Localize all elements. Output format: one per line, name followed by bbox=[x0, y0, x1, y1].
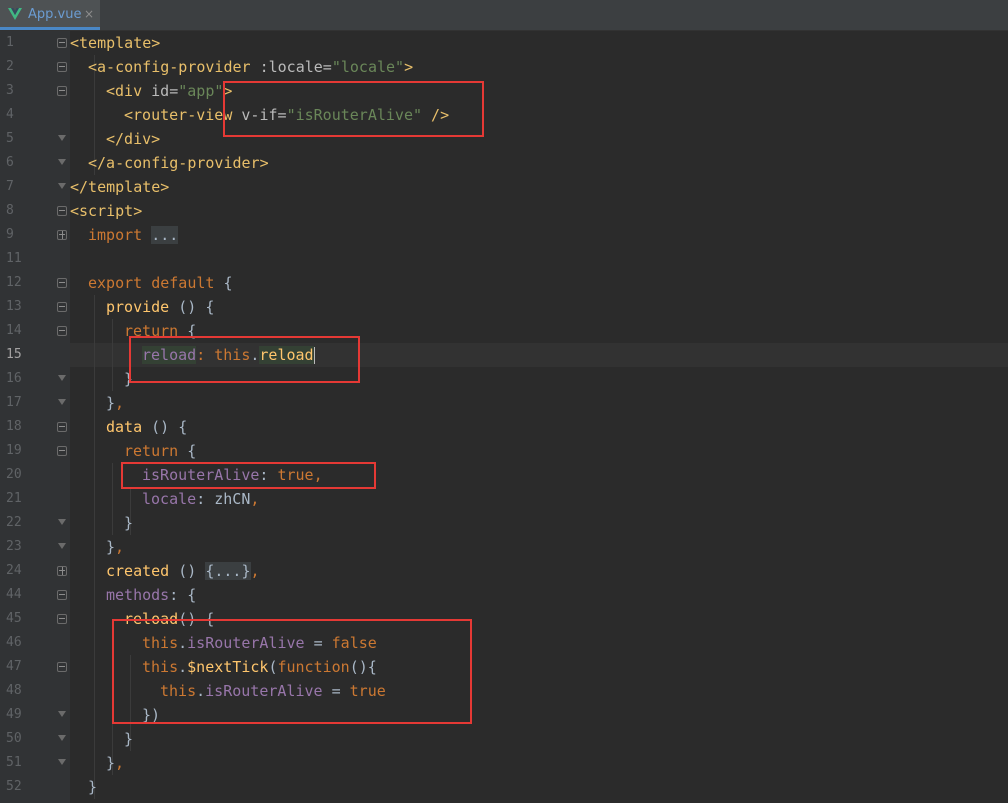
editor-tab-bar: App.vue × bbox=[0, 0, 1008, 31]
fold-collapse-icon[interactable] bbox=[57, 302, 67, 312]
annotation-box bbox=[112, 619, 472, 724]
code-line: </div> bbox=[106, 130, 161, 148]
line-number: 50 bbox=[6, 731, 22, 746]
line-number: 9 bbox=[6, 227, 14, 242]
line-number: 7 bbox=[6, 179, 14, 194]
line-number: 11 bbox=[6, 251, 22, 266]
fold-collapse-icon[interactable] bbox=[57, 422, 67, 432]
line-number: 45 bbox=[6, 611, 22, 626]
code-line: import ... bbox=[88, 226, 179, 244]
fold-collapse-icon[interactable] bbox=[57, 590, 67, 600]
line-number: 21 bbox=[6, 491, 22, 506]
code-line: } bbox=[88, 778, 98, 796]
code-line: <div id="app"> bbox=[106, 82, 233, 100]
line-number: 8 bbox=[6, 203, 14, 218]
code-line: return { bbox=[124, 442, 197, 460]
fold-expand-icon[interactable] bbox=[57, 230, 67, 240]
indent-guide bbox=[112, 463, 113, 535]
fold-collapse-icon[interactable] bbox=[57, 278, 67, 288]
code-line: }, bbox=[106, 754, 125, 772]
indent-guide bbox=[94, 295, 95, 799]
fold-end-icon[interactable] bbox=[57, 374, 67, 384]
line-number: 2 bbox=[6, 59, 14, 74]
fold-end-icon[interactable] bbox=[57, 182, 67, 192]
fold-end-icon[interactable] bbox=[57, 134, 67, 144]
line-number-current: 15 bbox=[6, 347, 22, 362]
fold-end-icon[interactable] bbox=[57, 710, 67, 720]
tab-app-vue[interactable]: App.vue × bbox=[0, 0, 100, 30]
fold-collapse-icon[interactable] bbox=[57, 326, 67, 336]
line-number: 6 bbox=[6, 155, 14, 170]
fold-end-icon[interactable] bbox=[57, 158, 67, 168]
code-line: }, bbox=[106, 538, 125, 556]
line-number: 17 bbox=[6, 395, 22, 410]
code-line: <script> bbox=[70, 202, 143, 220]
line-number: 12 bbox=[6, 275, 22, 290]
code-line: methods: { bbox=[106, 586, 197, 604]
fold-end-icon[interactable] bbox=[57, 542, 67, 552]
fold-collapse-icon[interactable] bbox=[57, 38, 67, 48]
code-line: data () { bbox=[106, 418, 188, 436]
fold-end-icon[interactable] bbox=[57, 734, 67, 744]
line-number: 24 bbox=[6, 563, 22, 578]
tab-label: App.vue bbox=[28, 7, 82, 22]
folded-placeholder[interactable]: ... bbox=[151, 226, 179, 244]
code-line: <a-config-provider :locale="locale"> bbox=[88, 58, 414, 76]
code-line: } bbox=[124, 730, 134, 748]
line-number: 19 bbox=[6, 443, 22, 458]
annotation-box bbox=[121, 462, 376, 489]
annotation-box bbox=[129, 336, 360, 383]
line-number: 20 bbox=[6, 467, 22, 482]
line-number: 47 bbox=[6, 659, 22, 674]
code-line: created () {...}, bbox=[106, 562, 260, 580]
line-number: 44 bbox=[6, 587, 22, 602]
line-number: 51 bbox=[6, 755, 22, 770]
code-line: } bbox=[124, 514, 134, 532]
fold-end-icon[interactable] bbox=[57, 398, 67, 408]
vue-logo-icon bbox=[8, 8, 22, 20]
fold-collapse-icon[interactable] bbox=[57, 62, 67, 72]
line-number: 48 bbox=[6, 683, 22, 698]
line-number: 16 bbox=[6, 371, 22, 386]
fold-expand-icon[interactable] bbox=[57, 566, 67, 576]
line-number: 22 bbox=[6, 515, 22, 530]
code-line: export default { bbox=[88, 274, 233, 292]
line-number: 1 bbox=[6, 35, 14, 50]
code-line: </a-config-provider> bbox=[88, 154, 269, 172]
fold-end-icon[interactable] bbox=[57, 518, 67, 528]
line-number: 13 bbox=[6, 299, 22, 314]
line-number: 14 bbox=[6, 323, 22, 338]
code-line: }, bbox=[106, 394, 125, 412]
line-number: 52 bbox=[6, 779, 22, 794]
code-editor[interactable]: 1 2 3 4 5 6 7 8 9 11 12 13 14 15 16 17 1… bbox=[0, 31, 1008, 803]
folded-placeholder[interactable]: {...} bbox=[205, 562, 251, 580]
line-number: 5 bbox=[6, 131, 14, 146]
line-number: 18 bbox=[6, 419, 22, 434]
close-tab-icon[interactable]: × bbox=[84, 7, 94, 21]
fold-collapse-icon[interactable] bbox=[57, 662, 67, 672]
fold-end-icon[interactable] bbox=[57, 758, 67, 768]
fold-collapse-icon[interactable] bbox=[57, 206, 67, 216]
line-number: 23 bbox=[6, 539, 22, 554]
code-line: locale: zhCN, bbox=[142, 490, 260, 508]
line-number: 3 bbox=[6, 83, 14, 98]
fold-collapse-icon[interactable] bbox=[57, 86, 67, 96]
line-number-gutter: 1 2 3 4 5 6 7 8 9 11 12 13 14 15 16 17 1… bbox=[0, 31, 70, 803]
line-number: 4 bbox=[6, 107, 14, 122]
code-line: <template> bbox=[70, 34, 161, 52]
line-number: 49 bbox=[6, 707, 22, 722]
code-line: provide () { bbox=[106, 298, 215, 316]
line-number: 46 bbox=[6, 635, 22, 650]
fold-collapse-icon[interactable] bbox=[57, 446, 67, 456]
indent-guide bbox=[112, 319, 113, 391]
fold-collapse-icon[interactable] bbox=[57, 614, 67, 624]
code-line: </template> bbox=[70, 178, 170, 196]
annotation-box bbox=[223, 81, 484, 137]
